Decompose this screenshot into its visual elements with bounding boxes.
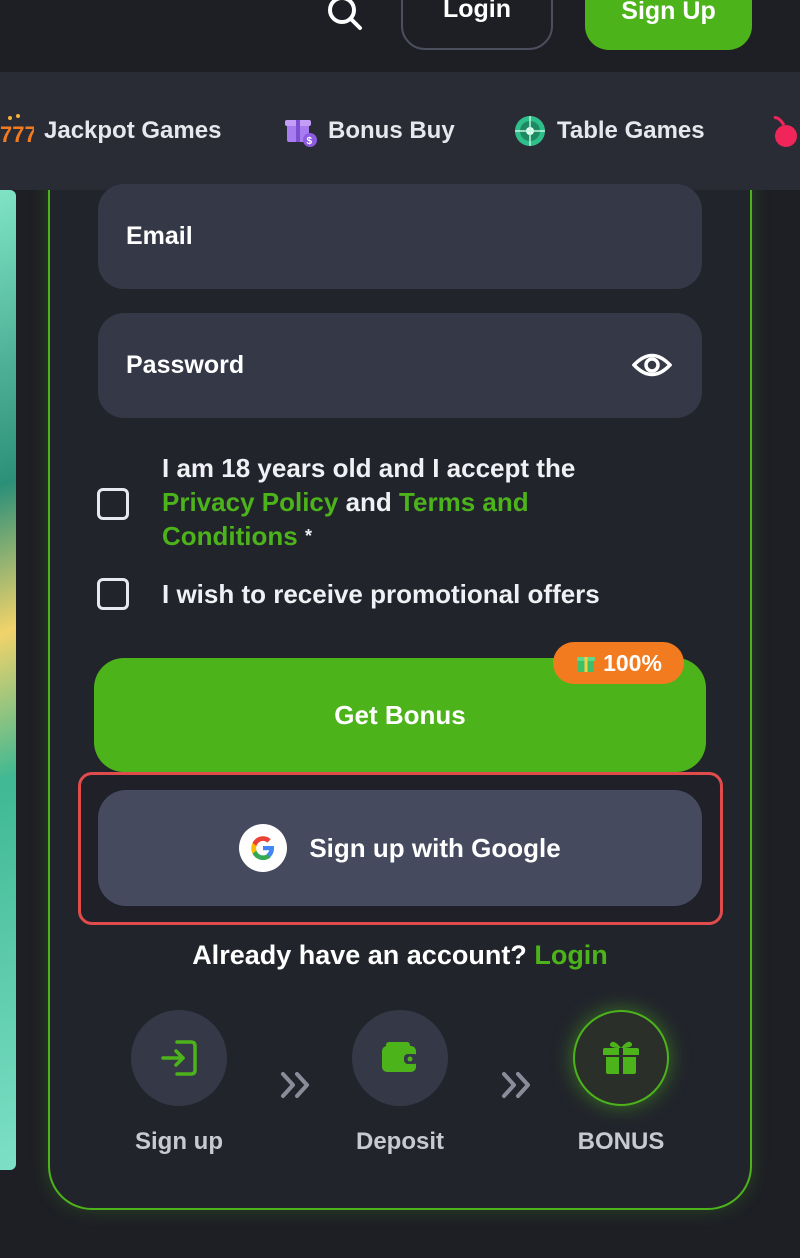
- step-label-sign-up: Sign up: [135, 1128, 223, 1155]
- roulette-icon: [513, 114, 547, 148]
- category-bar: 777 Jackpot Games $ Bonus Buy Table Game…: [0, 72, 800, 190]
- gift-icon: [603, 1041, 639, 1074]
- signup-button[interactable]: Sign Up: [585, 0, 752, 50]
- jackpot-icon: 777: [0, 114, 34, 148]
- required-asterisk: *: [305, 526, 313, 546]
- step-deposit: [352, 1010, 448, 1106]
- email-placeholder: Email: [126, 222, 193, 250]
- age-terms-checkbox[interactable]: [97, 488, 129, 520]
- svg-text:777: 777: [0, 122, 34, 147]
- promo-offers-label: I wish to receive promotional offers: [162, 579, 600, 609]
- sign-in-icon: [161, 1040, 197, 1076]
- category-table-games[interactable]: Table Games: [513, 112, 705, 150]
- svg-text:$: $: [307, 136, 313, 147]
- login-link[interactable]: Login: [534, 940, 607, 970]
- get-bonus-label: Get Bonus: [334, 699, 466, 730]
- category-label: Jackpot Games: [44, 117, 222, 144]
- category-bonus-buy[interactable]: $ Bonus Buy: [284, 112, 455, 150]
- already-have-account: Already have an account? Login: [0, 940, 800, 971]
- promo-offers-checkbox[interactable]: [97, 578, 129, 610]
- wallet-icon: [382, 1042, 418, 1072]
- login-button[interactable]: Login: [401, 0, 553, 50]
- category-more[interactable]: [766, 112, 800, 150]
- bonus-badge-text: 100%: [603, 649, 662, 676]
- category-label: Table Games: [557, 117, 705, 144]
- step-label-bonus: BONUS: [577, 1128, 665, 1155]
- search-icon: [328, 0, 362, 30]
- bonus-badge: 100%: [553, 642, 684, 684]
- category-label: Bonus Buy: [328, 117, 455, 144]
- cherry-icon: [766, 114, 800, 148]
- background-artwork: [0, 190, 16, 1170]
- gift-icon: [577, 657, 596, 672]
- email-field[interactable]: Email: [98, 184, 702, 289]
- step-bonus: [573, 1010, 669, 1106]
- eye-icon: [632, 353, 672, 377]
- and-text: and: [345, 487, 392, 517]
- show-password-toggle[interactable]: [632, 347, 672, 383]
- google-signup-button[interactable]: Sign up with Google: [98, 790, 702, 906]
- age-terms-label: I am 18 years old and I accept the Priva…: [162, 451, 662, 553]
- chevron-right-icon: [278, 1068, 314, 1102]
- password-placeholder: Password: [126, 351, 245, 379]
- privacy-policy-link[interactable]: Privacy Policy: [162, 487, 338, 517]
- step-label-deposit: Deposit: [355, 1128, 444, 1155]
- google-signup-label: Sign up with Google: [309, 832, 561, 863]
- age-text: I am 18 years old and I accept the: [162, 453, 576, 483]
- already-text: Already have an account?: [192, 940, 527, 970]
- password-field[interactable]: Password: [98, 313, 702, 418]
- chevron-right-icon: [499, 1068, 535, 1102]
- top-bar: Login Sign Up: [0, 0, 800, 72]
- category-jackpot-games[interactable]: 777 Jackpot Games: [0, 112, 221, 150]
- step-sign-up: [131, 1010, 227, 1106]
- search-button[interactable]: [322, 0, 368, 36]
- gift-bonus-icon: $: [284, 114, 318, 148]
- google-icon: [239, 824, 288, 872]
